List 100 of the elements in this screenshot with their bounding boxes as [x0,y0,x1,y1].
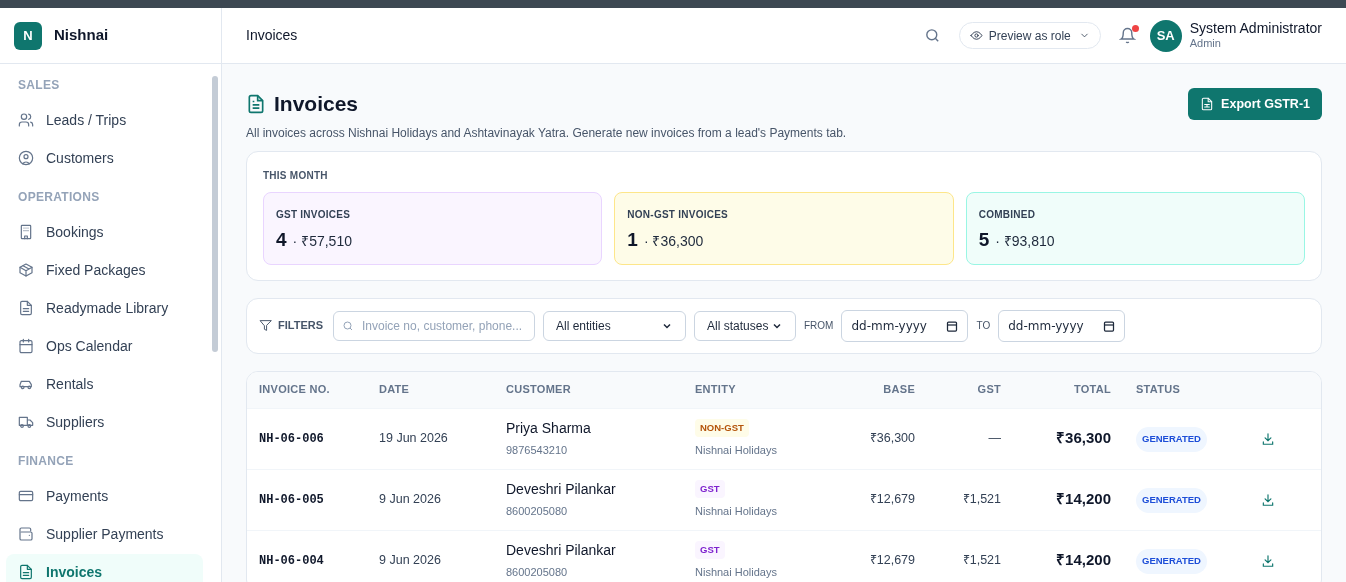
eye-icon [969,29,983,42]
people-icon [18,112,34,128]
status-badge: GENERATED [1136,488,1207,513]
invoice-number: NH-06-005 [258,491,325,509]
download-icon[interactable] [1261,492,1275,507]
customer-phone: 9876543210 [506,443,568,459]
base-amount: ₹12,679 [868,552,915,570]
total-amount: ₹36,300 [1055,428,1111,449]
sidebar-item[interactable]: Bookings [6,214,203,250]
truck-icon [18,414,34,430]
user-name: System Administrator [1189,19,1322,38]
sidebar-item[interactable]: Suppliers [6,404,203,440]
customer-name: Priya Sharma [506,419,591,439]
export-button[interactable]: Export GSTR-1 [1188,88,1322,120]
filters-label: FILTERS [278,318,323,334]
stat-count: 5 [978,227,990,252]
bell-icon[interactable] [1118,27,1136,44]
entity-tag: GST [695,540,725,559]
sidebar-item[interactable]: Supplier Payments [6,516,203,552]
total-amount: ₹14,200 [1055,489,1111,510]
gst-amount: ₹1,521 [961,552,1001,570]
preview-role-button[interactable]: Preview as role [958,22,1101,49]
status-dropdown[interactable]: All statuses [694,310,796,341]
sidebar-item[interactable]: Ops Calendar [6,328,203,364]
document-icon [246,93,266,114]
search-icon[interactable] [923,27,941,44]
column-header: DATE [379,382,411,398]
customer-name: Deveshri Pilankar [506,480,616,500]
date-label: FROM [804,319,834,333]
credit-card-icon [18,488,34,504]
scrollbar[interactable] [212,76,218,352]
calendar-icon [946,319,959,332]
status-badge: GENERATED [1136,427,1207,452]
invoice-number: NH-06-004 [258,552,325,570]
status-badge: GENERATED [1136,549,1207,574]
column-header: ENTITY [695,382,737,398]
section-heading: SALES [17,77,61,94]
document-icon [18,300,34,316]
sidebar-item[interactable]: Invoices [6,554,203,582]
filter-icon [259,319,272,332]
invoice-number: NH-06-006 [258,430,325,448]
column-header: STATUS [1135,382,1182,398]
invoice-date: 19 Jun 2026 [379,430,449,448]
entity-tag: GST [695,479,725,498]
calendar-icon [18,338,34,354]
calendar-icon [1103,319,1116,332]
document-icon [18,564,34,580]
base-amount: ₹12,679 [868,491,915,509]
section-title: THIS MONTH [263,168,329,183]
search-field[interactable]: Invoice no, customer, phone... [333,310,535,341]
sidebar-item[interactable]: Leads / Trips [6,102,203,138]
stat-amount: · ₹36,300 [643,231,704,251]
package-icon [18,262,34,278]
section-heading: OPERATIONS [17,189,101,206]
column-header: CUSTOMER [506,382,572,398]
entity-name: Nishnai Holidays [695,564,777,580]
from-date-field[interactable]: dd-mm-yyyy [841,309,969,342]
download-icon[interactable] [1261,431,1275,446]
stat-label: GST INVOICES [276,207,352,222]
entity-name: Nishnai Holidays [695,442,777,458]
stat-label: COMBINED [978,207,1037,222]
search-icon [342,319,354,332]
to-date-field[interactable]: dd-mm-yyyy [998,309,1126,342]
sidebar-item[interactable]: Payments [6,478,203,514]
sidebar-item[interactable]: Readymade Library [6,290,203,326]
entity-name: Nishnai Holidays [695,503,777,519]
stat-label: NON-GST INVOICES [627,207,729,222]
invoice-date: 9 Jun 2026 [379,552,442,570]
sidebar-item[interactable]: Rentals [6,366,203,402]
entity-dropdown[interactable]: All entities [543,310,686,341]
logo-badge: N [14,21,42,50]
user-avatar[interactable]: SA [1149,19,1182,52]
column-header: TOTAL [1072,382,1111,398]
column-header: GST [976,382,1001,398]
stat-amount: · ₹57,510 [292,231,352,251]
spreadsheet-icon [1200,97,1215,111]
stat-count: 1 [627,227,638,252]
section-heading: FINANCE [17,453,75,470]
sidebar-item[interactable]: Fixed Packages [6,252,203,288]
page-breadcrumb: Invoices [246,26,299,45]
customer-phone: 8600205080 [506,565,568,581]
column-header: INVOICE NO. [258,382,331,398]
sidebar-item[interactable]: Customers [6,140,203,176]
column-header: BASE [882,382,915,398]
invoice-date: 9 Jun 2026 [379,491,442,509]
page-subtitle: All invoices across Nishnai Holidays and Ashtavinayak Yatra. Generate new invoices from a lead's Payments tab. [246,124,847,142]
base-amount: ₹36,300 [868,430,915,448]
customer-name: Deveshri Pilankar [506,541,616,561]
customer-phone: 8600205080 [506,504,568,520]
user-circle-icon [18,150,34,166]
date-label: TO [976,319,991,333]
total-amount: ₹14,200 [1055,550,1111,571]
gst-amount: ₹1,521 [961,491,1001,509]
download-icon[interactable] [1261,553,1275,568]
stat-amount: · ₹93,810 [995,231,1055,251]
brand-name: Nishnai [54,25,109,46]
user-role: Admin [1189,37,1222,52]
gst-amount: — [987,430,1001,448]
building-icon [18,224,34,240]
entity-tag: NON-GST [695,418,749,437]
